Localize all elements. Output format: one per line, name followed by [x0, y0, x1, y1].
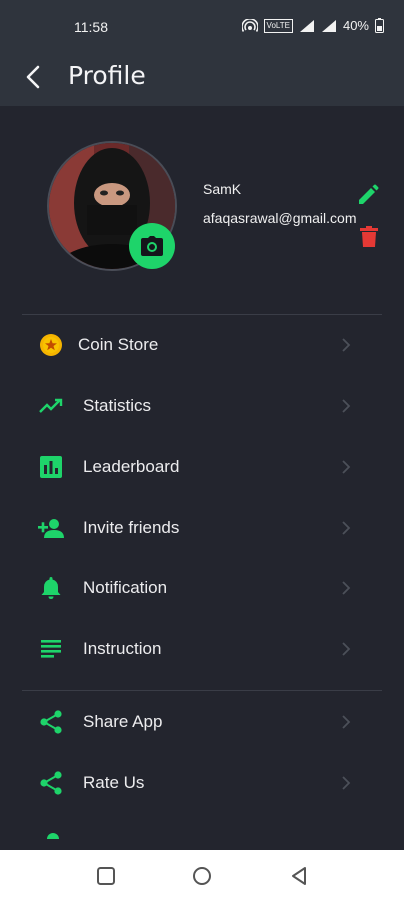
menu-item-statistics[interactable]: Statistics	[0, 376, 404, 436]
chevron-right-icon	[342, 521, 351, 535]
signal-icon	[299, 19, 314, 32]
bell-icon	[41, 577, 61, 599]
share-icon	[40, 710, 62, 734]
divider-middle	[22, 690, 382, 691]
battery-icon	[375, 18, 384, 33]
chevron-right-icon	[342, 642, 351, 656]
recents-button[interactable]	[95, 865, 117, 887]
volte-badge: VoLTE	[263, 18, 293, 33]
camera-icon	[141, 236, 163, 256]
change-photo-button[interactable]	[129, 223, 175, 269]
square-icon	[97, 867, 115, 885]
app-bar: Profile	[0, 50, 404, 106]
system-nav-bar	[0, 850, 404, 900]
chevron-right-icon	[342, 338, 351, 352]
coin-icon	[40, 334, 62, 356]
profile-avatar-container	[47, 141, 177, 271]
page-title: Profile	[68, 61, 146, 90]
menu-item-share-app[interactable]: Share App	[0, 692, 404, 752]
leaderboard-icon	[40, 456, 62, 478]
menu-item-label: Rate Us	[83, 773, 145, 792]
menu-item-leaderboard[interactable]: Leaderboard	[0, 437, 404, 497]
menu-item-instruction[interactable]: Instruction	[0, 619, 404, 679]
menu-item-label: Share App	[83, 712, 163, 731]
circle-icon	[193, 867, 211, 885]
home-button[interactable]	[191, 865, 213, 887]
menu-item-invite-friends[interactable]: Invite friends	[0, 498, 404, 558]
chevron-right-icon	[342, 399, 351, 413]
signal-icon-2	[321, 19, 336, 32]
trending-up-icon	[39, 398, 63, 413]
pencil-icon	[359, 184, 379, 204]
chevron-right-icon	[342, 776, 351, 790]
trash-icon	[360, 226, 378, 247]
back-arrow-icon	[26, 65, 40, 89]
back-nav-button[interactable]	[288, 865, 310, 887]
status-time: 11:58	[74, 19, 108, 35]
menu-item-coin-store[interactable]: Coin Store	[0, 315, 404, 375]
edit-profile-button[interactable]	[356, 183, 380, 207]
menu-item-notification[interactable]: Notification	[0, 558, 404, 618]
chevron-right-icon	[342, 460, 351, 474]
next-item-icon-partial	[47, 833, 59, 839]
triangle-back-icon	[292, 867, 306, 885]
hotspot-icon	[241, 18, 258, 32]
menu-item-rate-us[interactable]: Rate Us	[0, 753, 404, 813]
delete-profile-button[interactable]	[359, 226, 379, 248]
chevron-right-icon	[342, 581, 351, 595]
status-bar: 11:58 VoLTE 40%	[0, 0, 404, 50]
menu-item-label: Statistics	[83, 396, 152, 415]
menu-item-label: Instruction	[83, 639, 162, 658]
menu-item-label: Leaderboard	[83, 457, 180, 476]
notes-icon	[41, 640, 61, 658]
add-person-icon	[38, 519, 64, 538]
back-button[interactable]	[20, 62, 50, 92]
profile-name: SamK	[203, 181, 242, 197]
menu-item-label: Invite friends	[83, 518, 180, 537]
battery-percent: 40%	[342, 18, 369, 33]
profile-email: afaqasrawal@gmail.com	[203, 210, 357, 226]
share-icon	[40, 771, 62, 795]
status-icons: VoLTE 40%	[241, 18, 384, 33]
menu-item-label: Coin Store	[78, 335, 159, 354]
chevron-right-icon	[342, 715, 351, 729]
menu-item-label: Notification	[83, 578, 168, 597]
